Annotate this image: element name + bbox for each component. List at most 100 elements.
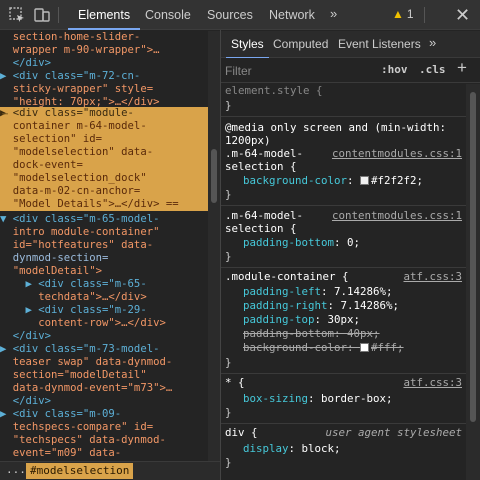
inspect-element-icon[interactable] — [8, 6, 26, 24]
dom-node-line[interactable]: techdata">…</div> — [0, 291, 208, 304]
dom-node-line[interactable]: id="hotfeatures" data- — [0, 239, 208, 252]
dom-node-line[interactable]: data-dynmod-event="m73">… — [0, 382, 208, 395]
rule-separator — [221, 116, 466, 117]
rule-source-link[interactable]: atf.css:3 — [403, 270, 462, 283]
rule-source-link[interactable]: atf.css:3 — [403, 376, 462, 389]
more-sidebar-tabs-chevron-icon[interactable]: » — [429, 35, 436, 50]
css-property[interactable]: padding-left — [243, 285, 321, 298]
rule-close-brace: } — [225, 456, 232, 469]
css-property[interactable]: padding-right — [243, 299, 328, 312]
dom-node-line[interactable]: "modelselection_dock" — [0, 172, 208, 185]
device-toolbar-icon[interactable] — [33, 6, 51, 24]
dom-node-line[interactable]: ▶ <div class="m-09- — [0, 408, 208, 421]
dom-node-line[interactable]: event="m09" data- — [0, 447, 208, 460]
color-swatch-icon[interactable] — [360, 343, 370, 352]
css-declaration[interactable]: padding-top: 30px; — [243, 313, 466, 327]
dom-tree-scrollbar[interactable] — [208, 31, 220, 461]
dom-node-line[interactable]: container m-64-model- — [0, 120, 208, 133]
css-value[interactable]: border-box; — [321, 392, 393, 405]
selected-dom-node[interactable]: ▶ <div class="module- container m-64-mod… — [0, 107, 208, 211]
dom-node-line[interactable]: section="modelDetail" — [0, 369, 208, 382]
tab-event-listeners[interactable]: Event Listeners — [338, 31, 421, 58]
dom-node-line[interactable]: content-row">…</div> — [0, 317, 208, 330]
styles-filter-input[interactable] — [225, 62, 365, 79]
close-icon[interactable]: ✕ — [455, 5, 470, 26]
css-declaration[interactable]: padding-bottom: 40px; — [243, 327, 466, 341]
tab-styles[interactable]: Styles — [226, 31, 269, 59]
scrollbar-thumb[interactable] — [211, 149, 217, 203]
css-value[interactable]: #f2f2f2; — [371, 174, 423, 187]
css-value[interactable]: 7.14286%; — [341, 299, 400, 312]
css-value[interactable]: 7.14286%; — [334, 285, 393, 298]
scrollbar-thumb[interactable] — [470, 92, 476, 422]
rule-source-link[interactable]: contentmodules.css:1 — [332, 147, 462, 160]
dom-node-line[interactable]: section-home-slider- — [0, 31, 208, 44]
dom-node-line[interactable]: dock-event= — [0, 159, 208, 172]
color-swatch-icon[interactable] — [360, 176, 370, 185]
hover-state-toggle[interactable]: :hov — [381, 63, 408, 76]
dom-node-line[interactable]: selection" id= — [0, 133, 208, 146]
element-style-selector[interactable]: element.style { — [225, 84, 465, 98]
dom-node-line[interactable]: ▶ <div class="m-72-cn- — [0, 70, 208, 83]
dom-node-line[interactable]: data-m-02-cn-anchor= — [0, 185, 208, 198]
css-value[interactable]: #fff; — [371, 341, 404, 354]
dom-node-line[interactable]: ▼ <div class="m-65-model- — [0, 213, 208, 226]
rule-source-link[interactable]: contentmodules.css:1 — [332, 209, 462, 222]
dom-node-line[interactable]: ▶ <div class="m-29- — [0, 304, 208, 317]
css-property[interactable]: display — [243, 442, 289, 455]
dom-node-line[interactable]: ▶ <div class="m-73-model- — [0, 343, 208, 356]
dom-node-text: "modelselection" data- — [0, 146, 154, 158]
dom-node-line[interactable]: wrapper m-90-wrapper">… — [0, 44, 208, 57]
dom-node-line[interactable]: intro module-container" — [0, 226, 208, 239]
dom-node-line[interactable]: "techspecs" data-dynmod- — [0, 434, 208, 447]
breadcrumb: ... #modelselection — [0, 461, 220, 480]
node-actions-ellipsis-icon[interactable]: ⋯ — [2, 109, 8, 120]
dom-node-line[interactable]: "Model Details">…</div> == — [0, 198, 208, 211]
dom-node-line[interactable]: dynmod-section= — [0, 252, 208, 265]
tab-sources[interactable]: Sources — [207, 0, 253, 30]
dom-node-line[interactable]: sticky-wrapper" style= — [0, 83, 208, 96]
rule-selector-cont[interactable]: selection { — [225, 160, 465, 174]
dom-node-line[interactable]: "modelDetail"> — [0, 265, 208, 278]
styles-scrollbar[interactable] — [466, 84, 480, 480]
css-property[interactable]: padding-bottom — [243, 327, 334, 340]
dom-node-line[interactable]: </div> — [0, 57, 208, 70]
dom-node-line[interactable]: ▶ <div class="module- — [0, 107, 208, 120]
tab-console[interactable]: Console — [145, 0, 191, 30]
dom-node-line[interactable]: techspecs-compare" id= — [0, 421, 208, 434]
dom-node-text: dynmod-section= — [0, 252, 109, 264]
rule-selector-cont[interactable]: selection { — [225, 222, 465, 236]
dom-node-line[interactable]: </div> — [0, 330, 208, 343]
class-toggle[interactable]: .cls — [419, 63, 446, 76]
css-property[interactable]: background-color — [243, 174, 347, 187]
css-property[interactable]: box-sizing — [243, 392, 308, 405]
css-value[interactable]: 0; — [347, 236, 360, 249]
dom-node-line[interactable]: "modelselection" data- — [0, 146, 208, 159]
dom-node-line[interactable]: teaser swap" data-dynmod- — [0, 356, 208, 369]
css-property[interactable]: background-color — [243, 341, 347, 354]
css-declaration[interactable]: display: block; — [243, 442, 466, 456]
css-declaration[interactable]: padding-right: 7.14286%; — [243, 299, 466, 313]
css-declaration[interactable]: background-color: #f2f2f2; — [243, 174, 466, 188]
more-tabs-chevron-icon[interactable]: » — [330, 6, 337, 21]
css-declaration[interactable]: padding-bottom: 0; — [243, 236, 466, 250]
tab-network[interactable]: Network — [269, 0, 315, 30]
warning-icon: ▲ — [392, 7, 404, 21]
css-value[interactable]: 40px; — [347, 327, 380, 340]
dom-node-line[interactable]: ▶ <div class="m-65- — [0, 278, 208, 291]
css-property[interactable]: padding-bottom — [243, 236, 334, 249]
dom-node-line[interactable]: </div> — [0, 395, 208, 408]
breadcrumb-ellipsis[interactable]: ... — [6, 463, 26, 476]
tab-computed[interactable]: Computed — [273, 31, 328, 58]
new-rule-plus-icon[interactable]: + — [457, 58, 467, 78]
css-value[interactable]: 30px; — [328, 313, 361, 326]
dom-node-text: ▶ <div class="m-29- — [0, 304, 147, 316]
warnings-counter[interactable]: ▲ 1 — [392, 7, 414, 21]
css-value[interactable]: block; — [302, 442, 341, 455]
css-declaration[interactable]: padding-left: 7.14286%; — [243, 285, 466, 299]
css-declaration[interactable]: background-color: #fff; — [243, 341, 466, 355]
css-declaration[interactable]: box-sizing: border-box; — [243, 392, 466, 406]
tab-elements[interactable]: Elements — [67, 0, 141, 30]
breadcrumb-current-node[interactable]: #modelselection — [26, 463, 134, 479]
css-property[interactable]: padding-top — [243, 313, 315, 326]
